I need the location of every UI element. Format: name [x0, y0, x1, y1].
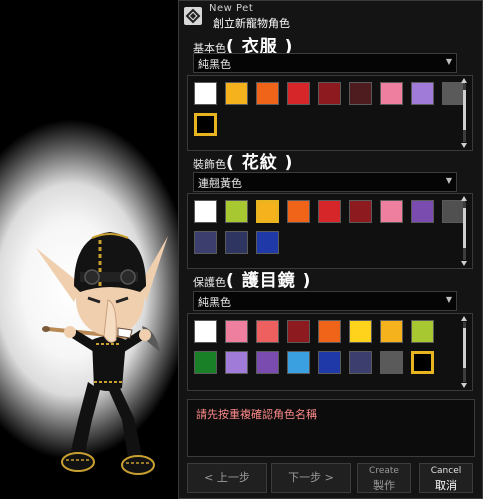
color-swatch[interactable]: [287, 320, 310, 343]
scroll-down-arrow-icon[interactable]: [461, 143, 467, 148]
color-swatch-selected[interactable]: [194, 113, 217, 136]
scroll-down-arrow-icon[interactable]: [461, 261, 467, 266]
color-swatch[interactable]: [380, 82, 403, 105]
color-swatch[interactable]: [318, 351, 341, 374]
color-swatch[interactable]: [380, 320, 403, 343]
chevron-down-icon: ▼: [445, 176, 452, 185]
color-swatch[interactable]: [349, 320, 372, 343]
scrollbar-thumb[interactable]: [463, 90, 466, 130]
message-box: 請先按重複確認角色名稱: [187, 399, 475, 457]
new-pet-window: New Pet 創立新寵物角色 基本色( 衣服 ) 純黑色 ▼ 裝飾色( 花紋 …: [178, 0, 483, 499]
color-swatch[interactable]: [225, 200, 248, 223]
decoration-color-dropdown[interactable]: 連翹黃色 ▼: [193, 172, 457, 192]
protect-color-label-prefix: 保護色: [193, 276, 226, 289]
create-button[interactable]: Create 製作: [357, 463, 411, 493]
scroll-down-arrow-icon[interactable]: [461, 383, 467, 388]
color-swatch[interactable]: [349, 351, 372, 374]
create-button-label-zh: 製作: [373, 479, 395, 492]
scrollbar-thumb[interactable]: [463, 328, 466, 368]
color-swatch[interactable]: [380, 351, 403, 374]
color-swatch[interactable]: [225, 82, 248, 105]
base-color-dropdown[interactable]: 純黑色 ▼: [193, 53, 457, 73]
color-swatch[interactable]: [194, 320, 217, 343]
protect-color-scrollbar[interactable]: [461, 316, 467, 388]
color-swatch[interactable]: [349, 82, 372, 105]
color-swatch[interactable]: [225, 320, 248, 343]
color-swatch[interactable]: [194, 351, 217, 374]
color-swatch[interactable]: [442, 200, 465, 223]
base-color-palette: [187, 75, 473, 151]
chevron-down-icon: ▼: [445, 57, 452, 66]
color-swatch[interactable]: [318, 320, 341, 343]
window-title-en: New Pet: [209, 3, 254, 14]
color-swatch[interactable]: [287, 200, 310, 223]
pet-preview: [0, 0, 178, 499]
color-swatch[interactable]: [225, 231, 248, 254]
color-swatch[interactable]: [256, 82, 279, 105]
cancel-button[interactable]: Cancel 取消: [419, 463, 473, 493]
color-swatch[interactable]: [349, 200, 372, 223]
protect-color-dropdown[interactable]: 純黑色 ▼: [193, 291, 457, 311]
color-swatch-selected[interactable]: [411, 351, 434, 374]
color-swatch[interactable]: [411, 82, 434, 105]
color-swatch[interactable]: [225, 351, 248, 374]
color-swatch[interactable]: [194, 231, 217, 254]
color-swatch[interactable]: [411, 200, 434, 223]
protect-color-dropdown-value: 純黑色: [198, 296, 231, 309]
color-swatch[interactable]: [318, 82, 341, 105]
color-swatch[interactable]: [411, 320, 434, 343]
scroll-up-arrow-icon[interactable]: [461, 78, 467, 83]
base-color-dropdown-value: 純黑色: [198, 58, 231, 71]
create-button-label-en: Create: [369, 466, 399, 476]
decoration-color-label: 裝飾色( 花紋 ): [193, 148, 293, 173]
pet-character-figure: [36, 232, 168, 475]
decoration-color-palette: [187, 193, 473, 269]
protect-color-label: 保護色( 護目鏡 ): [193, 266, 311, 291]
next-step-button[interactable]: 下一步 >: [271, 463, 351, 493]
decoration-color-dropdown-value: 連翹黃色: [198, 177, 242, 190]
color-swatch[interactable]: [256, 231, 279, 254]
color-swatch[interactable]: [318, 200, 341, 223]
color-swatch[interactable]: [287, 351, 310, 374]
cancel-button-label-zh: 取消: [435, 479, 457, 492]
scroll-up-arrow-icon[interactable]: [461, 196, 467, 201]
title-bar: New Pet 創立新寵物角色: [179, 1, 482, 31]
color-swatch[interactable]: [194, 82, 217, 105]
color-swatch[interactable]: [194, 200, 217, 223]
color-swatch[interactable]: [287, 82, 310, 105]
protect-color-palette: [187, 313, 473, 391]
chevron-down-icon: ▼: [445, 295, 452, 304]
prev-step-button[interactable]: < 上一步: [187, 463, 267, 493]
decoration-color-label-part: ( 花紋 ): [226, 153, 294, 173]
game-logo-icon: [184, 7, 202, 25]
color-swatch[interactable]: [442, 82, 465, 105]
color-swatch-selected[interactable]: [256, 200, 279, 223]
protect-color-label-part: ( 護目鏡 ): [226, 271, 312, 291]
color-swatch[interactable]: [256, 320, 279, 343]
decoration-color-scrollbar[interactable]: [461, 196, 467, 266]
base-color-scrollbar[interactable]: [461, 78, 467, 148]
color-swatch[interactable]: [380, 200, 403, 223]
scroll-up-arrow-icon[interactable]: [461, 316, 467, 321]
decoration-color-label-prefix: 裝飾色: [193, 158, 226, 171]
cancel-button-label-en: Cancel: [430, 466, 462, 476]
scrollbar-thumb[interactable]: [463, 208, 466, 248]
warning-message: 請先按重複確認角色名稱: [196, 408, 317, 421]
window-title-zh: 創立新寵物角色: [213, 17, 290, 30]
color-swatch[interactable]: [256, 351, 279, 374]
